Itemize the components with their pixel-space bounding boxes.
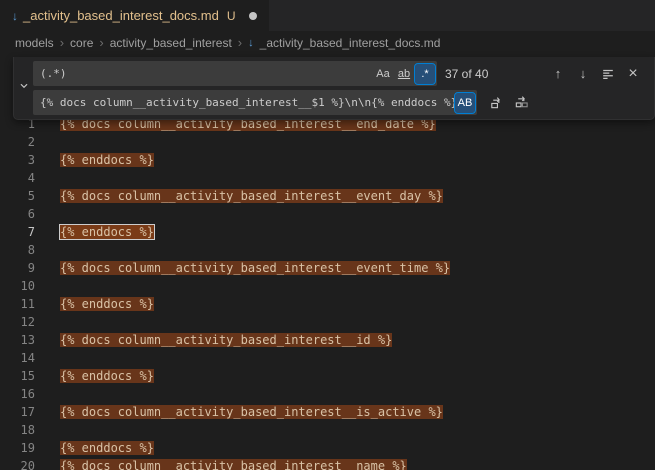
editor-line[interactable]: 14 [0, 349, 655, 367]
breadcrumb-item[interactable]: activity_based_interest [110, 36, 232, 50]
previous-match-button[interactable]: ↑ [547, 63, 569, 85]
editor[interactable]: 1{% docs column__activity_based_interest… [0, 115, 655, 470]
find-input[interactable]: (.*) Aa ab .* [33, 61, 437, 86]
line-number: 5 [0, 187, 35, 205]
current-find-match: {% enddocs %} [60, 225, 154, 239]
next-match-button[interactable]: ↓ [572, 63, 594, 85]
replace-button[interactable] [485, 92, 507, 114]
line-number: 8 [0, 241, 35, 259]
line-content: {% enddocs %} [60, 223, 154, 241]
line-number: 19 [0, 439, 35, 457]
line-number: 17 [0, 403, 35, 421]
close-icon: × [628, 65, 637, 83]
editor-line[interactable]: 6 [0, 205, 655, 223]
editor-line[interactable]: 12 [0, 313, 655, 331]
match-case-toggle[interactable]: Aa [373, 64, 393, 84]
editor-line[interactable]: 20 {% docs column__activity_based_interes… [0, 457, 655, 470]
find-query-text: (.*) [40, 67, 372, 80]
editor-line[interactable]: 17 {% docs column__activity_based_interes… [0, 403, 655, 421]
line-content: {% enddocs %} [60, 295, 154, 313]
breadcrumb: models › core › activity_based_interest › ↓ _ac… [0, 31, 655, 54]
line-content: {% enddocs %} [60, 367, 154, 385]
line-number: 2 [0, 133, 35, 151]
line-number: 4 [0, 169, 35, 187]
breadcrumb-item[interactable]: _activity_based_interest_docs.md [260, 36, 441, 50]
editor-tab[interactable]: ↓ _activity_based_interest_docs.md U [0, 0, 269, 31]
editor-line[interactable]: 18 [0, 421, 655, 439]
line-content: {% docs column__activity_based_interest_… [60, 331, 392, 349]
replace-all-button[interactable] [510, 92, 532, 114]
regex-toggle[interactable]: .* [415, 64, 435, 84]
breadcrumb-item[interactable]: core [70, 36, 93, 50]
unsaved-changes-dot-icon[interactable] [249, 12, 257, 20]
replace-input[interactable]: {% docs column__activity_based_interest_… [33, 90, 477, 115]
find-match: {% docs column__activity_based_interest_… [60, 261, 450, 275]
line-number: 7 [0, 223, 35, 241]
close-find-button[interactable]: × [622, 63, 644, 85]
match-count: 37 of 40 [445, 67, 488, 81]
editor-line[interactable]: 3 {% enddocs %} [0, 151, 655, 169]
line-content: {% docs column__activity_based_interest_… [60, 187, 443, 205]
find-match: {% enddocs %} [60, 153, 154, 167]
line-number: 15 [0, 367, 35, 385]
find-match: {% enddocs %} [60, 369, 154, 383]
find-match: {% docs column__activity_based_interest_… [60, 459, 407, 470]
line-content: {% enddocs %} [60, 151, 154, 169]
tab-bar: ↓ _activity_based_interest_docs.md U [0, 0, 655, 31]
editor-line[interactable]: 16 [0, 385, 655, 403]
line-number: 12 [0, 313, 35, 331]
find-match: {% docs column__activity_based_interest_… [60, 405, 443, 419]
line-number: 9 [0, 259, 35, 277]
breadcrumb-separator-icon: › [238, 35, 242, 50]
replace-value-text: {% docs column__activity_based_interest_… [40, 96, 454, 109]
editor-line[interactable]: 19 {% enddocs %} [0, 439, 655, 457]
replace-icon [489, 95, 504, 110]
editor-line[interactable]: 13 {% docs column__activity_based_interes… [0, 331, 655, 349]
line-content: {% docs column__activity_based_interest_… [60, 259, 450, 277]
whole-word-toggle[interactable]: ab [394, 64, 414, 84]
line-content: {% enddocs %} [60, 439, 154, 457]
line-content: {% docs column__activity_based_interest_… [60, 457, 407, 470]
editor-line[interactable]: 11 {% enddocs %} [0, 295, 655, 313]
git-status-badge: U [227, 9, 236, 23]
editor-line[interactable]: 5 {% docs column__activity_based_interest… [0, 187, 655, 205]
preserve-case-toggle[interactable]: AB [455, 93, 475, 113]
editor-line[interactable]: 2 [0, 133, 655, 151]
line-number: 10 [0, 277, 35, 295]
markdown-file-icon: ↓ [248, 37, 254, 49]
chevron-down-icon [17, 79, 31, 98]
line-number: 6 [0, 205, 35, 223]
line-number: 14 [0, 349, 35, 367]
line-number: 20 [0, 457, 35, 470]
arrow-down-icon: ↓ [580, 66, 587, 81]
line-number: 16 [0, 385, 35, 403]
markdown-file-icon: ↓ [12, 10, 18, 22]
find-match: {% docs column__activity_based_interest_… [60, 189, 443, 203]
breadcrumb-separator-icon: › [60, 35, 64, 50]
breadcrumb-separator-icon: › [99, 35, 103, 50]
editor-line[interactable]: 8 [0, 241, 655, 259]
tab-filename: _activity_based_interest_docs.md [23, 8, 219, 23]
editor-line[interactable]: 9 {% docs column__activity_based_interest… [0, 259, 655, 277]
replace-all-icon [514, 95, 529, 110]
arrow-up-icon: ↑ [555, 66, 562, 81]
line-number: 13 [0, 331, 35, 349]
toggle-replace-button[interactable] [14, 61, 33, 115]
editor-line[interactable]: 15 {% enddocs %} [0, 367, 655, 385]
line-number: 11 [0, 295, 35, 313]
breadcrumb-item[interactable]: models [15, 36, 54, 50]
find-match: {% enddocs %} [60, 441, 154, 455]
find-replace-widget: (.*) Aa ab .* 37 of 40 ↑ ↓ × {% docs col… [13, 57, 655, 120]
find-match: {% docs column__activity_based_interest_… [60, 333, 392, 347]
editor-line[interactable]: 7 {% enddocs %} [0, 223, 655, 241]
editor-line[interactable]: 4 [0, 169, 655, 187]
line-content: {% docs column__activity_based_interest_… [60, 403, 443, 421]
selection-lines-icon [601, 67, 615, 81]
line-number: 18 [0, 421, 35, 439]
editor-line[interactable]: 10 [0, 277, 655, 295]
find-match: {% enddocs %} [60, 297, 154, 311]
line-number: 3 [0, 151, 35, 169]
find-in-selection-button[interactable] [597, 63, 619, 85]
